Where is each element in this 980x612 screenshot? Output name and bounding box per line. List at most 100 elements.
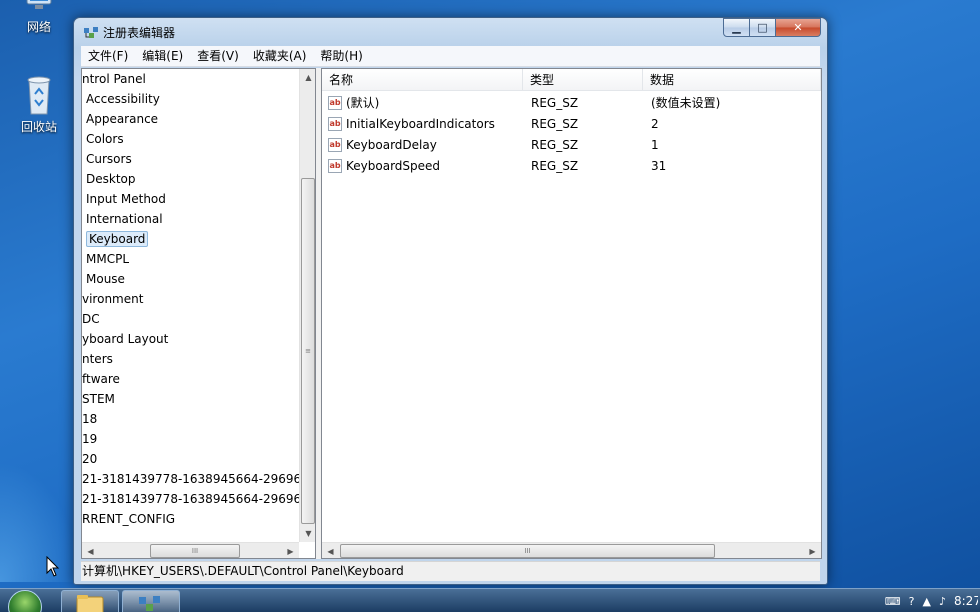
- value-row[interactable]: ab InitialKeyboardIndicators REG_SZ 2: [322, 114, 812, 135]
- tree-horizontal-scrollbar[interactable]: ◀ III ▶: [82, 542, 299, 558]
- tree-item-label: International: [86, 212, 163, 226]
- system-tray: ⌨ ? ▲ ♪ 8:27: [885, 589, 980, 612]
- client-area: ntrol Panel Accessibility Appearance Colors…: [81, 68, 822, 559]
- value-type: REG_SZ: [531, 138, 579, 152]
- tree-item-label: yboard Layout: [82, 332, 169, 346]
- mouse-cursor-icon: [46, 556, 60, 577]
- tree-item[interactable]: International: [86, 209, 163, 229]
- help-tray-icon[interactable]: ?: [909, 595, 915, 608]
- menu-help[interactable]: 帮助(H): [313, 46, 369, 67]
- tree-item[interactable]: RRENT_CONFIG: [82, 509, 175, 529]
- volume-icon[interactable]: ♪: [939, 595, 946, 608]
- tree-item-label: DC: [82, 312, 100, 326]
- maximize-icon: □: [757, 21, 768, 34]
- value-name: (默认): [346, 96, 380, 110]
- taskbar: ⌨ ? ▲ ♪ 8:27: [0, 588, 980, 612]
- tree-item[interactable]: Desktop: [86, 169, 136, 189]
- tree-item[interactable]: 19: [82, 429, 97, 449]
- tree-item[interactable]: ntrol Panel: [82, 69, 146, 89]
- tree-item-label: Accessibility: [86, 92, 160, 106]
- list-horizontal-scrollbar[interactable]: ◀ III ▶: [322, 542, 821, 558]
- scroll-left-arrow-icon[interactable]: ◀: [82, 543, 99, 558]
- wallpaper-swirl: [0, 462, 80, 582]
- values-list-pane: 名称 类型 数据 ab (默认) REG_SZ (数值未设置) ab InitialKey…: [321, 68, 822, 559]
- menu-edit[interactable]: 编辑(E): [135, 46, 190, 67]
- string-value-icon: ab: [328, 159, 342, 173]
- tree-item-label: STEM: [82, 392, 115, 406]
- tree-item[interactable]: 20: [82, 449, 97, 469]
- value-name: KeyboardDelay: [346, 138, 437, 152]
- menu-view[interactable]: 查看(V): [190, 46, 246, 67]
- close-icon: ✕: [793, 21, 803, 34]
- tree-item[interactable]: Colors: [86, 129, 124, 149]
- tree-item[interactable]: 21-3181439778-1638945664-2969661: [82, 489, 299, 509]
- menu-file[interactable]: 文件(F): [81, 46, 135, 67]
- maximize-button[interactable]: □: [750, 18, 776, 37]
- tree-item-label: Desktop: [86, 172, 136, 186]
- keyboard-tray-icon[interactable]: ⌨: [885, 595, 901, 608]
- tree-item-label: Cursors: [86, 152, 132, 166]
- tree-item[interactable]: Cursors: [86, 149, 132, 169]
- tree-item[interactable]: STEM: [82, 389, 115, 409]
- value-name: KeyboardSpeed: [346, 159, 441, 173]
- value-data: 2: [651, 117, 659, 131]
- tree-item[interactable]: Accessibility: [86, 89, 160, 109]
- taskbar-explorer-button[interactable]: [61, 590, 119, 612]
- tree-item-label: Colors: [86, 132, 124, 146]
- tree-item-label: Appearance: [86, 112, 159, 126]
- minimize-button[interactable]: ▁: [723, 18, 750, 37]
- tree-item[interactable]: Keyboard: [86, 229, 149, 249]
- value-row[interactable]: ab (默认) REG_SZ (数值未设置): [322, 93, 812, 114]
- scroll-left-arrow-icon[interactable]: ◀: [322, 543, 339, 558]
- string-value-icon: ab: [328, 117, 342, 131]
- network-tray-icon[interactable]: ▲: [923, 595, 931, 608]
- tree-item-label: RRENT_CONFIG: [82, 512, 176, 526]
- clock[interactable]: 8:27: [954, 594, 978, 608]
- tree-item[interactable]: Appearance: [86, 109, 158, 129]
- title-bar[interactable]: 注册表编辑器 ▁ □ ✕: [74, 18, 827, 46]
- tree-item-label: ftware: [82, 372, 120, 386]
- tree-item[interactable]: 18: [82, 409, 97, 429]
- scroll-thumb[interactable]: III: [340, 544, 715, 558]
- value-name: InitialKeyboardIndicators: [346, 117, 495, 131]
- menu-bar: 文件(F) 编辑(E) 查看(V) 收藏夹(A) 帮助(H): [81, 46, 820, 67]
- tree-item-label: Keyboard: [86, 231, 149, 247]
- tree-item[interactable]: Input Method: [86, 189, 166, 209]
- column-header-data[interactable]: 数据: [643, 69, 821, 91]
- column-header-name[interactable]: 名称: [322, 69, 523, 91]
- desktop-icon-recycle-bin[interactable]: 回收站: [9, 74, 69, 135]
- tree-vertical-scrollbar[interactable]: ▲ ≡ ▼: [299, 69, 315, 542]
- value-row[interactable]: ab KeyboardDelay REG_SZ 1: [322, 135, 812, 156]
- tree-item[interactable]: Mouse: [86, 269, 125, 289]
- menu-favorites[interactable]: 收藏夹(A): [246, 46, 314, 67]
- value-row[interactable]: ab KeyboardSpeed REG_SZ 31: [322, 156, 812, 177]
- network-icon: [26, 0, 52, 9]
- tree-item[interactable]: 21-3181439778-1638945664-2969661: [82, 469, 299, 489]
- tree-item[interactable]: yboard Layout: [82, 329, 168, 349]
- tree-item[interactable]: MMCPL: [86, 249, 129, 269]
- tree-item[interactable]: ftware: [82, 369, 120, 389]
- scroll-right-arrow-icon[interactable]: ▶: [804, 543, 821, 558]
- scroll-down-arrow-icon[interactable]: ▼: [300, 525, 315, 542]
- tree-item[interactable]: vironment: [82, 289, 143, 309]
- string-value-icon: ab: [328, 96, 342, 110]
- grip-icon: III: [191, 547, 199, 555]
- tree-item[interactable]: nters: [82, 349, 113, 369]
- start-button[interactable]: [8, 590, 42, 612]
- value-data: 1: [651, 138, 659, 152]
- column-header-type[interactable]: 类型: [523, 69, 643, 91]
- scroll-thumb[interactable]: ≡: [301, 178, 315, 524]
- window-title: 注册表编辑器: [103, 26, 176, 40]
- registry-editor-window: 注册表编辑器 ▁ □ ✕ 文件(F) 编辑(E) 查看(V) 收藏夹(A) 帮助…: [73, 17, 828, 585]
- tree-item[interactable]: DC: [82, 309, 100, 329]
- value-type: REG_SZ: [531, 96, 579, 110]
- grip-icon: ≡: [305, 347, 311, 355]
- scroll-right-arrow-icon[interactable]: ▶: [282, 543, 299, 558]
- desktop-icon-label: 网络: [26, 20, 51, 34]
- tree-item-label: 19: [82, 432, 98, 446]
- scroll-thumb[interactable]: III: [150, 544, 240, 558]
- close-button[interactable]: ✕: [776, 18, 821, 37]
- taskbar-regedit-button[interactable]: [122, 590, 180, 612]
- scroll-up-arrow-icon[interactable]: ▲: [300, 69, 315, 86]
- desktop-icon-network[interactable]: 网络: [9, 0, 69, 35]
